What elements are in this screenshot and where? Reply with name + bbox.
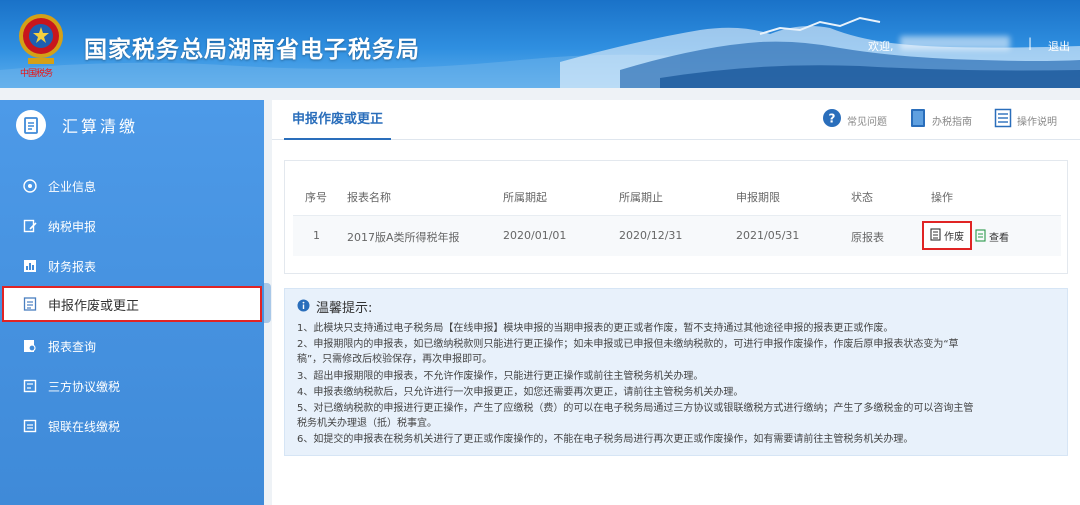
col-header-no: 序号 bbox=[305, 191, 327, 204]
tip-line: 稿”，只需修改后校验保存，再次申报即可。 bbox=[297, 354, 493, 365]
main-header: 申报作废或更正 ? 常见问题 办税指南 操作说明 bbox=[272, 100, 1080, 140]
tips-header: 温馨提示: bbox=[297, 297, 372, 316]
sidebar-title: 汇算清缴 bbox=[62, 117, 139, 136]
sidebar-header: 汇算清缴 bbox=[0, 100, 264, 150]
void-action-label: 作废 bbox=[944, 232, 964, 243]
sidebar-item-unionpay-payment[interactable]: 银联在线缴税 bbox=[0, 408, 262, 444]
sidebar: 汇算清缴 企业信息 纳税申报 财务报表 申报作废或更正 报表查询 三方协议缴税 … bbox=[0, 100, 264, 505]
search-doc-icon bbox=[22, 338, 38, 354]
clipboard-icon bbox=[16, 110, 46, 140]
tip-line: 5、对已缴纳税款的申报进行更正操作，产生了应缴税（费）的可以在电子税务局通过三方… bbox=[297, 403, 974, 414]
cell-no: 1 bbox=[313, 229, 320, 242]
tip-line: 1、此模块只支持通过电子税务局【在线申报】模块申报的当期申报表的更正或者作废，暂… bbox=[297, 323, 894, 334]
header-banner: 中国税务 国家税务总局湖南省电子税务局 欢迎, | 退出 bbox=[0, 0, 1080, 88]
sidebar-item-label: 三方协议缴税 bbox=[48, 379, 121, 394]
welcome-text: 欢迎, bbox=[868, 40, 894, 53]
main-content: 申报作废或更正 ? 常见问题 办税指南 操作说明 序号 报表名称 所属期起 所属… bbox=[272, 100, 1080, 505]
sidebar-item-tripartite-payment[interactable]: 三方协议缴税 bbox=[0, 368, 262, 404]
tax-guide-label: 办税指南 bbox=[932, 116, 972, 128]
list-icon bbox=[994, 108, 1012, 132]
cell-deadline: 2021/05/31 bbox=[736, 229, 800, 242]
faq-label: 常见问题 bbox=[847, 116, 887, 128]
operation-guide-label: 操作说明 bbox=[1017, 116, 1057, 128]
void-doc-icon bbox=[930, 226, 941, 245]
info-icon bbox=[297, 297, 310, 316]
view-doc-icon bbox=[975, 227, 986, 246]
tips-panel: 温馨提示: 1、此模块只支持通过电子税务局【在线申报】模块申报的当期申报表的更正… bbox=[284, 288, 1068, 456]
tax-emblem-icon bbox=[19, 14, 63, 64]
info-circle-icon bbox=[22, 178, 38, 194]
sidebar-item-label: 申报作废或更正 bbox=[48, 298, 140, 314]
view-action-label: 查看 bbox=[989, 233, 1009, 244]
faq-button[interactable]: ? 常见问题 bbox=[822, 108, 887, 132]
cell-end: 2020/12/31 bbox=[619, 229, 683, 242]
tip-line: 2、申报期限内的申报表，如已缴纳税款则只能进行更正操作；如未申报或已申报但未缴纳… bbox=[297, 339, 959, 350]
tips-title: 温馨提示: bbox=[316, 301, 373, 316]
sidebar-item-report-query[interactable]: 报表查询 bbox=[0, 328, 262, 364]
site-title: 国家税务总局湖南省电子税务局 bbox=[84, 37, 420, 63]
emblem-caption: 中国税务 bbox=[20, 69, 53, 79]
card-icon bbox=[22, 418, 38, 434]
sidebar-item-label: 纳税申报 bbox=[48, 219, 97, 234]
page-title-tab[interactable]: 申报作废或更正 bbox=[284, 100, 392, 140]
header-separator: | bbox=[1028, 36, 1033, 50]
chart-icon bbox=[22, 258, 38, 274]
col-header-start: 所属期起 bbox=[503, 191, 547, 204]
operation-guide-button[interactable]: 操作说明 bbox=[994, 108, 1057, 132]
col-header-name: 报表名称 bbox=[347, 191, 391, 204]
tip-line: 税务机关办理退（抵）税事宜。 bbox=[297, 418, 437, 429]
col-header-action: 操作 bbox=[931, 191, 953, 204]
sidebar-item-void-or-correct[interactable]: 申报作废或更正 bbox=[2, 286, 262, 322]
sidebar-item-label: 银联在线缴税 bbox=[48, 419, 121, 434]
tip-line: 3、超出申报期限的申报表，不允许作废操作，只能进行更正操作或前往主管税务机关办理… bbox=[297, 371, 704, 382]
cell-status: 原报表 bbox=[851, 231, 884, 244]
void-action-button[interactable]: 作废 bbox=[922, 221, 972, 250]
sidebar-item-company-info[interactable]: 企业信息 bbox=[0, 168, 262, 204]
col-header-status: 状态 bbox=[851, 191, 873, 204]
logout-link[interactable]: 退出 bbox=[1048, 38, 1070, 54]
sidebar-item-label: 财务报表 bbox=[48, 259, 97, 274]
sidebar-item-tax-filing[interactable]: 纳税申报 bbox=[0, 208, 262, 244]
edit-doc-icon bbox=[22, 218, 38, 234]
sidebar-item-financial-statements[interactable]: 财务报表 bbox=[0, 248, 262, 284]
agreement-icon bbox=[22, 378, 38, 394]
filings-table: 序号 报表名称 所属期起 所属期止 申报期限 状态 操作 1 2017版A类所得… bbox=[284, 160, 1068, 274]
view-action-button[interactable]: 查看 bbox=[975, 227, 1009, 246]
tax-guide-button[interactable]: 办税指南 bbox=[909, 108, 972, 132]
cell-start: 2020/01/01 bbox=[503, 229, 567, 242]
svg-text:?: ? bbox=[829, 112, 836, 126]
col-header-end: 所属期止 bbox=[619, 191, 663, 204]
sidebar-item-label: 报表查询 bbox=[48, 339, 97, 354]
cell-name: 2017版A类所得税年报 bbox=[347, 231, 460, 244]
col-header-deadline: 申报期限 bbox=[736, 191, 780, 204]
sidebar-item-label: 企业信息 bbox=[48, 179, 97, 194]
blurred-username bbox=[900, 36, 1010, 50]
doc-list-icon bbox=[22, 296, 38, 312]
tip-line: 4、申报表缴纳税款后，只允许进行一次申报更正，如您还需要再次更正，请前往主管税务… bbox=[297, 387, 744, 398]
tip-line: 6、如提交的申报表在税务机关进行了更正或作废操作的，不能在电子税务局进行再次更正… bbox=[297, 434, 914, 445]
question-icon: ? bbox=[822, 108, 842, 132]
sidebar-collapse-handle[interactable] bbox=[264, 283, 271, 323]
book-icon bbox=[909, 108, 927, 132]
